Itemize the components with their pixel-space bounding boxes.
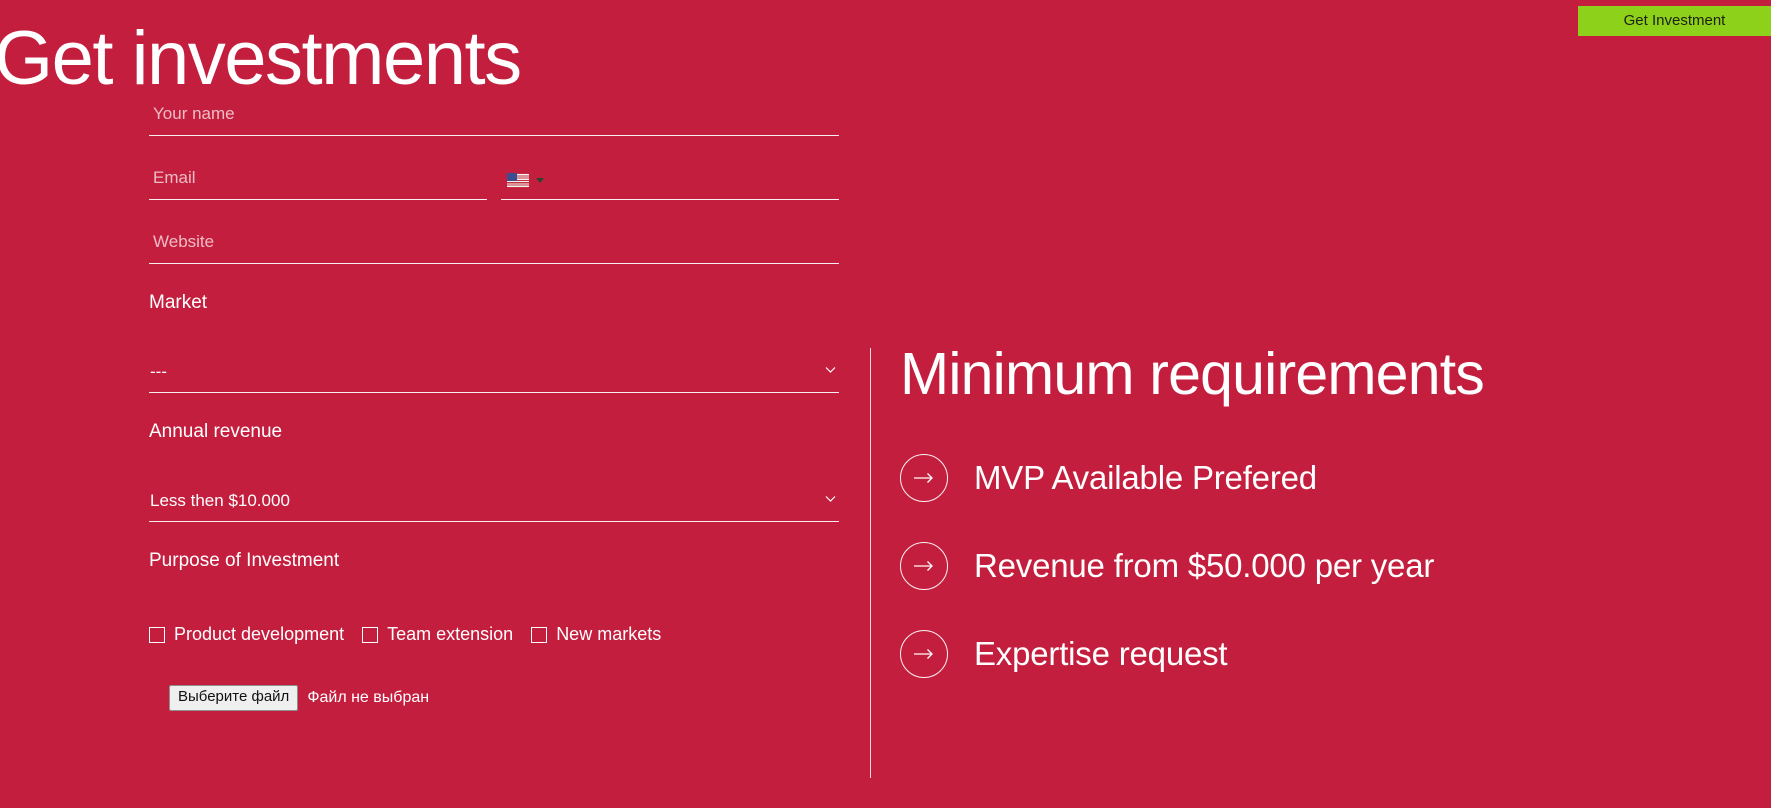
chevron-down-icon[interactable] <box>536 178 544 183</box>
requirement-text: Revenue from $50.000 per year <box>974 546 1435 584</box>
checkbox-team-extension[interactable]: Team extension <box>362 624 513 645</box>
arrow-right-icon <box>900 629 948 678</box>
annual-revenue-label: Annual revenue <box>149 420 283 442</box>
name-field-wrap <box>149 98 839 136</box>
checkbox-box-icon[interactable] <box>362 626 379 643</box>
checkbox-label: New markets <box>556 624 662 645</box>
requirement-item: Expertise request <box>900 629 1700 678</box>
website-field-wrap <box>149 226 839 264</box>
requirement-text: MVP Available Prefered <box>974 458 1317 496</box>
requirements-panel: Minimum requirements MVP Available Prefe… <box>900 341 1700 718</box>
name-input[interactable] <box>149 98 839 136</box>
email-input[interactable] <box>149 162 487 200</box>
column-divider <box>870 348 871 778</box>
market-select[interactable]: --- <box>149 358 839 392</box>
phone-field-wrap[interactable] <box>501 162 839 200</box>
requirement-item: MVP Available Prefered <box>900 453 1700 502</box>
choose-file-button[interactable]: Выберите файл <box>169 685 299 712</box>
checkbox-box-icon[interactable] <box>149 626 165 643</box>
requirements-title: Minimum requirements <box>900 341 1485 407</box>
requirement-text: Expertise request <box>974 634 1228 672</box>
checkbox-label: Product development <box>174 624 345 645</box>
annual-revenue-select[interactable]: Less then $10.000 <box>149 487 839 521</box>
checkbox-new-markets[interactable]: New markets <box>531 624 661 645</box>
email-phone-row <box>149 162 839 200</box>
market-select-wrap[interactable]: --- <box>149 358 839 393</box>
name-field-row <box>149 98 839 136</box>
website-field-row <box>149 226 839 264</box>
phone-input[interactable] <box>552 170 839 191</box>
get-investment-button[interactable]: Get Investment <box>1578 6 1771 36</box>
email-field-wrap <box>149 162 487 200</box>
checkbox-label: Team extension <box>387 624 514 645</box>
requirement-item: Revenue from $50.000 per year <box>900 541 1700 590</box>
checkbox-box-icon[interactable] <box>531 626 548 643</box>
website-input[interactable] <box>149 226 839 264</box>
arrow-right-icon <box>900 453 948 502</box>
file-upload-row: Выберите файл Файл не выбран <box>169 685 839 712</box>
us-flag-icon[interactable] <box>507 173 529 188</box>
investment-form: Market --- Annual revenue Less then $10.… <box>149 98 839 712</box>
purpose-checkbox-group: Product development Team extension New m… <box>149 624 839 645</box>
checkbox-product-development[interactable]: Product development <box>149 624 344 645</box>
annual-revenue-select-wrap[interactable]: Less then $10.000 <box>149 487 839 522</box>
arrow-right-icon <box>900 541 948 590</box>
file-status-text: Файл не выбран <box>307 689 430 707</box>
purpose-label: Purpose of Investment <box>149 549 340 571</box>
page-title: Get investments <box>0 15 522 101</box>
market-label: Market <box>149 292 208 313</box>
